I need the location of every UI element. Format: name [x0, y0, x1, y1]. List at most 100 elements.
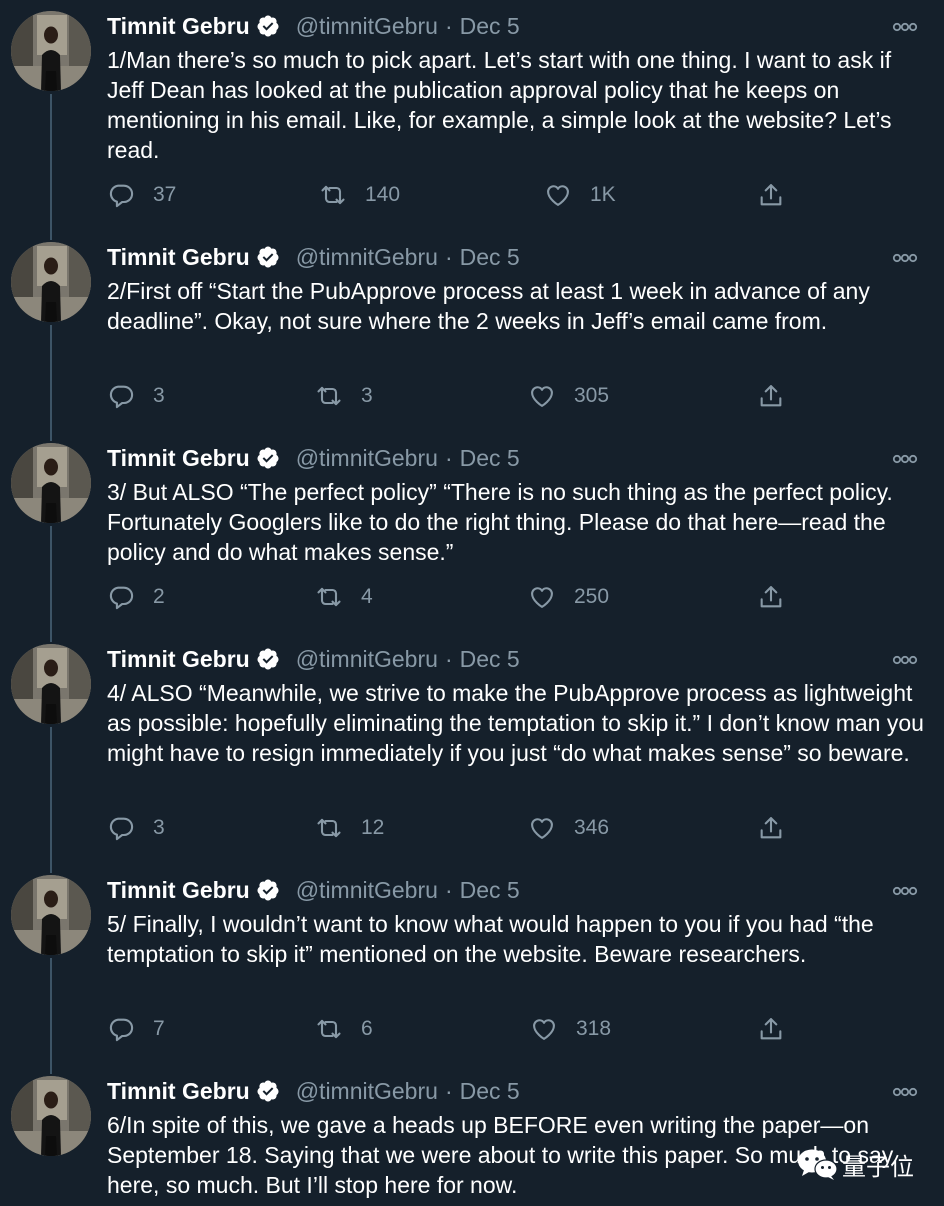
tweet[interactable]: Timnit Gebru @timnitGebru · Dec 5 1/Man … [0, 9, 944, 229]
retweet-icon [321, 185, 345, 205]
verified-badge-icon [257, 447, 279, 469]
reply-icon [109, 817, 134, 841]
share-button[interactable] [757, 179, 785, 211]
tweet[interactable]: Timnit Gebru @timnitGebru · Dec 5 5/ Fin… [0, 873, 944, 1063]
like-button[interactable]: 318 [530, 1013, 611, 1045]
tweet-text: 3/ But ALSO “The perfect policy” “There … [107, 479, 893, 565]
author-handle[interactable]: @timnitGebru [296, 441, 438, 475]
reply-icon [109, 586, 134, 610]
author-name[interactable]: Timnit Gebru [107, 873, 250, 907]
heart-icon [531, 587, 553, 608]
retweet-icon [317, 818, 341, 838]
author-name[interactable]: Timnit Gebru [107, 642, 250, 676]
more-options-icon[interactable] [891, 1082, 919, 1102]
reply-count: 7 [153, 1017, 165, 1040]
author-handle[interactable]: @timnitGebru [296, 240, 438, 274]
retweet-icon [317, 386, 341, 406]
tweet-text: 5/ Finally, I wouldn’t want to know what… [107, 911, 874, 967]
separator: · [444, 244, 453, 270]
author-name[interactable]: Timnit Gebru [107, 441, 250, 475]
author-name[interactable]: Timnit Gebru [107, 9, 250, 43]
reply-count: 3 [153, 384, 165, 407]
separator: · [444, 877, 453, 903]
avatar[interactable] [11, 644, 91, 724]
retweet-count: 12 [361, 816, 385, 839]
share-icon [760, 817, 782, 839]
like-count: 305 [574, 384, 610, 407]
more-options-icon[interactable] [891, 449, 919, 469]
tweet-text: 2/First off “Start the PubApprove proces… [107, 278, 870, 334]
verified-badge-icon [257, 1080, 279, 1102]
tweet-text: 1/Man there’s so much to pick apart. Let… [107, 47, 892, 163]
tweet[interactable]: Timnit Gebru @timnitGebru · Dec 5 2/Firs… [0, 240, 944, 430]
tweet[interactable]: Timnit Gebru @timnitGebru · Dec 5 3/ But… [0, 441, 944, 631]
avatar[interactable] [11, 875, 91, 955]
like-button[interactable]: 346 [528, 812, 609, 844]
author-name[interactable]: Timnit Gebru [107, 240, 250, 274]
author-handle[interactable]: @timnitGebru [296, 1074, 438, 1108]
retweet-button[interactable]: 6 [315, 1013, 373, 1045]
tweet-header: Timnit Gebru @timnitGebru · Dec 5 [107, 642, 520, 676]
verified-badge-icon [257, 648, 279, 670]
share-button[interactable] [757, 1013, 785, 1045]
tweet-header: Timnit Gebru @timnitGebru · Dec 5 [107, 441, 520, 475]
tweet[interactable]: Timnit Gebru @timnitGebru · Dec 5 6/In s… [0, 1074, 944, 1206]
author-handle[interactable]: @timnitGebru [296, 642, 438, 676]
tweet-date[interactable]: Dec 5 [460, 642, 520, 676]
author-handle[interactable]: @timnitGebru [296, 9, 438, 43]
avatar[interactable] [11, 11, 91, 91]
reply-count: 3 [153, 816, 165, 839]
like-count: 318 [576, 1017, 612, 1040]
avatar[interactable] [11, 443, 91, 523]
share-button[interactable] [757, 581, 785, 613]
share-icon [760, 586, 782, 608]
tweet-date[interactable]: Dec 5 [460, 9, 520, 43]
more-options-icon[interactable] [891, 17, 919, 37]
share-icon [760, 184, 782, 206]
retweet-icon [317, 587, 341, 607]
retweet-button[interactable]: 140 [319, 179, 400, 211]
tweet[interactable]: Timnit Gebru @timnitGebru · Dec 5 4/ ALS… [0, 642, 944, 862]
tweet-date[interactable]: Dec 5 [460, 1074, 520, 1108]
author-handle[interactable]: @timnitGebru [296, 873, 438, 907]
retweet-button[interactable]: 4 [315, 581, 373, 613]
watermark: 量子位 [796, 1146, 914, 1182]
like-button[interactable]: 305 [528, 380, 609, 412]
separator: · [444, 445, 453, 471]
reply-button[interactable]: 3 [107, 380, 165, 412]
reply-button[interactable]: 2 [107, 581, 165, 613]
reply-button[interactable]: 7 [107, 1013, 165, 1045]
more-options-icon[interactable] [891, 248, 919, 268]
avatar[interactable] [11, 1076, 91, 1156]
retweet-button[interactable]: 3 [315, 380, 373, 412]
separator: · [444, 646, 453, 672]
heart-icon [547, 185, 569, 206]
watermark-text: 量子位 [842, 1153, 914, 1181]
reply-icon [109, 184, 134, 208]
tweet-header: Timnit Gebru @timnitGebru · Dec 5 [107, 9, 520, 43]
reply-button[interactable]: 37 [107, 179, 176, 211]
reply-button[interactable]: 3 [107, 812, 165, 844]
retweet-count: 140 [365, 183, 401, 206]
tweet-date[interactable]: Dec 5 [460, 441, 520, 475]
tweet-text: 4/ ALSO “Meanwhile, we strive to make th… [107, 680, 924, 766]
like-count: 250 [574, 585, 610, 608]
reply-count: 37 [153, 183, 177, 206]
more-options-icon[interactable] [891, 650, 919, 670]
avatar[interactable] [11, 242, 91, 322]
share-button[interactable] [757, 812, 785, 844]
like-count: 346 [574, 816, 610, 839]
verified-badge-icon [257, 246, 279, 268]
heart-icon [531, 818, 553, 839]
like-button[interactable]: 250 [528, 581, 609, 613]
author-name[interactable]: Timnit Gebru [107, 1074, 250, 1108]
tweet-date[interactable]: Dec 5 [460, 873, 520, 907]
tweet-date[interactable]: Dec 5 [460, 240, 520, 274]
retweet-icon [317, 1019, 341, 1039]
like-button[interactable]: 1K [544, 179, 616, 211]
more-options-icon[interactable] [891, 881, 919, 901]
retweet-button[interactable]: 12 [315, 812, 384, 844]
share-button[interactable] [757, 380, 785, 412]
share-icon [760, 385, 782, 407]
separator: · [444, 1078, 453, 1104]
